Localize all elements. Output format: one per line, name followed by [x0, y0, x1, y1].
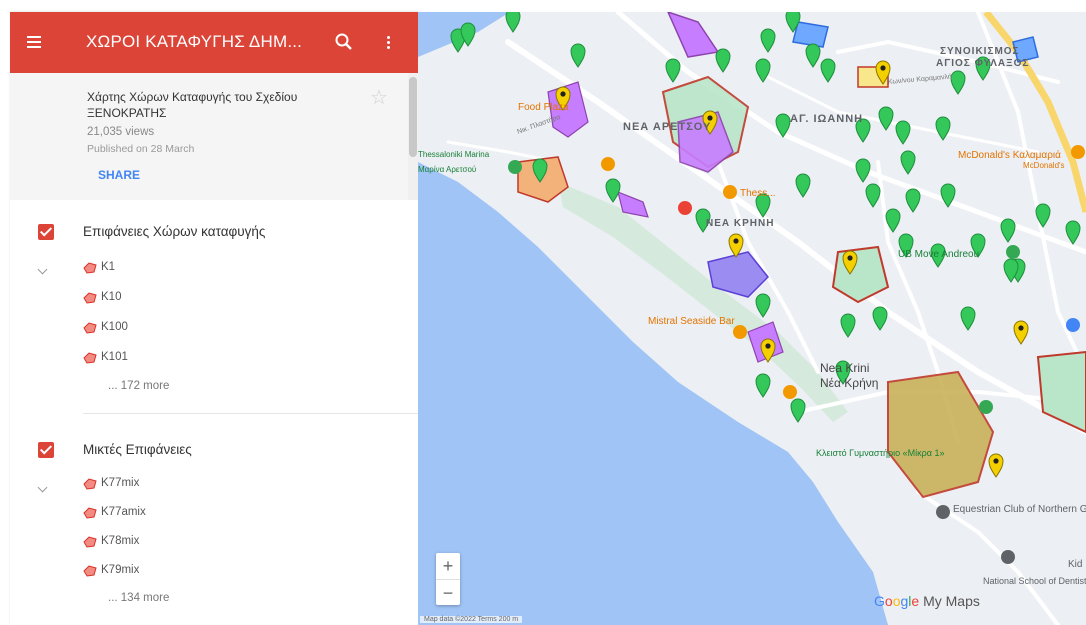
- map-label-kleisto: Κλειστό Γυμναστήριο «Μίκρα 1»: [816, 448, 944, 458]
- brand-my-maps: My Maps: [923, 593, 980, 609]
- polygon-icon: [83, 262, 97, 274]
- map-label-mcdonalds: McDonald's Καλαμαριά: [958, 149, 1061, 161]
- item-label: K10: [101, 291, 122, 303]
- map-label-kid: Kid: [1068, 559, 1082, 570]
- layer-checkbox[interactable]: [38, 224, 54, 240]
- polygon-icon: [83, 322, 97, 334]
- map-data-credit: Map data ©2022 Terms 200 m: [420, 616, 523, 623]
- map-legend-panel: ΧΩΡΟΙ ΚΑΤΑΦΥΓΗΣ ΔΗΜ... Χάρτης Χώρων Κατα…: [10, 12, 418, 625]
- google-my-maps-logo: Google My Maps: [874, 593, 980, 609]
- map-svg[interactable]: ΝΕΑ ΑΡΕΤΣΟΥ ΑΓ. ΙΩΑΝΝΗ ΣΥΝΟΙΚΙΣΜΟΣ ΑΓΙΟΣ…: [418, 12, 1086, 625]
- view-count: 21,035 views: [87, 126, 155, 138]
- more-options-icon[interactable]: [376, 30, 400, 54]
- map-title: ΧΩΡΟΙ ΚΑΤΑΦΥΓΗΣ ΔΗΜ...: [86, 32, 303, 51]
- item-label: K77mix: [101, 477, 140, 489]
- chevron-down-icon[interactable]: [36, 264, 50, 278]
- published-date: Published on 28 March: [87, 143, 195, 155]
- star-icon[interactable]: ☆: [370, 85, 388, 110]
- map-label-mistral: Mistral Seaside Bar: [648, 316, 735, 327]
- map-label-ag-ioannis: ΑΓ. ΙΩΑΝΝΗ: [790, 113, 863, 125]
- polygon-icon: [83, 292, 97, 304]
- panel-scrollbar[interactable]: [408, 73, 418, 200]
- map-description: Χάρτης Χώρων Καταφυγής του Σχεδίου ΞΕΝΟΚ…: [87, 90, 298, 120]
- item-label: K1: [101, 261, 116, 273]
- map-label-mcdonalds-sub: McDonald's: [1023, 161, 1065, 170]
- map-label-ub-move: UB Move Andreou: [898, 249, 979, 260]
- map-label-nea-aretsou: ΝΕΑ ΑΡΕΤΣΟΥ: [623, 121, 711, 133]
- layer-mixed-surfaces: Μικτές Επιφάνειες K77mix K77amix K78mix …: [10, 430, 418, 604]
- scrollbar-thumb[interactable]: [409, 77, 417, 157]
- map-info-card: Χάρτης Χώρων Καταφυγής του Σχεδίου ΞΕΝΟΚ…: [10, 73, 418, 200]
- zoom-control: + −: [436, 553, 460, 605]
- map-label-marina: Thessaloniki Marina: [418, 150, 490, 159]
- share-button[interactable]: SHARE: [98, 168, 140, 182]
- layer-checkbox[interactable]: [38, 442, 54, 458]
- more-link[interactable]: ... 134 more: [108, 592, 169, 604]
- item-label: K77amix: [101, 506, 146, 518]
- polygon-icon: [83, 507, 97, 519]
- search-icon[interactable]: [332, 30, 356, 54]
- polygon-icon: [83, 565, 97, 577]
- map-label-nea-krini-en: Nea Krini: [820, 361, 869, 375]
- map-canvas[interactable]: ΝΕΑ ΑΡΕΤΣΟΥ ΑΓ. ΙΩΑΝΝΗ ΣΥΝΟΙΚΙΣΜΟΣ ΑΓΙΟΣ…: [418, 12, 1086, 625]
- map-label-food-plaza: Food Plaza: [518, 102, 569, 113]
- layer-name: Επιφάνειες Χώρων καταφυγής: [83, 224, 266, 239]
- item-label: K78mix: [101, 535, 140, 547]
- polygon-icon: [83, 536, 97, 548]
- menu-icon[interactable]: [24, 32, 46, 52]
- zoom-in-button[interactable]: +: [436, 553, 460, 579]
- layer-name: Μικτές Επιφάνειες: [83, 442, 192, 457]
- map-label-nea-krini-gr: Νέα Κρήνη: [820, 376, 878, 390]
- map-label-agios-fylaxos: ΑΓΙΟΣ ΦΥΛΑΞΟΣ: [936, 58, 1029, 69]
- divider: [83, 413, 418, 414]
- map-label-nea-krini-upper: ΝΕΑ ΚΡΗΝΗ: [706, 218, 774, 229]
- map-label-thess: Thess...: [740, 188, 776, 199]
- zoom-out-button[interactable]: −: [436, 579, 460, 605]
- chevron-down-icon[interactable]: [36, 482, 50, 496]
- polygon-icon: [83, 352, 97, 364]
- layer-shelter-surfaces: Επιφάνειες Χώρων καταφυγής K1 K10 K100 K…: [10, 212, 418, 414]
- map-label-marina-gr: Μαρίνα Αρετσού: [418, 165, 476, 174]
- item-label: K101: [101, 351, 128, 363]
- map-label-national-school: National School of Dentistry: [983, 576, 1086, 586]
- map-label-synoikismos: ΣΥΝΟΙΚΙΣΜΟΣ: [940, 46, 1020, 57]
- more-link[interactable]: ... 172 more: [108, 380, 169, 392]
- item-label: K79mix: [101, 564, 140, 576]
- map-label-equestrian: Equestrian Club of Northern Greece: [953, 504, 1086, 515]
- item-label: K100: [101, 321, 128, 333]
- panel-header: ΧΩΡΟΙ ΚΑΤΑΦΥΓΗΣ ΔΗΜ...: [10, 12, 418, 73]
- polygon-icon: [83, 478, 97, 490]
